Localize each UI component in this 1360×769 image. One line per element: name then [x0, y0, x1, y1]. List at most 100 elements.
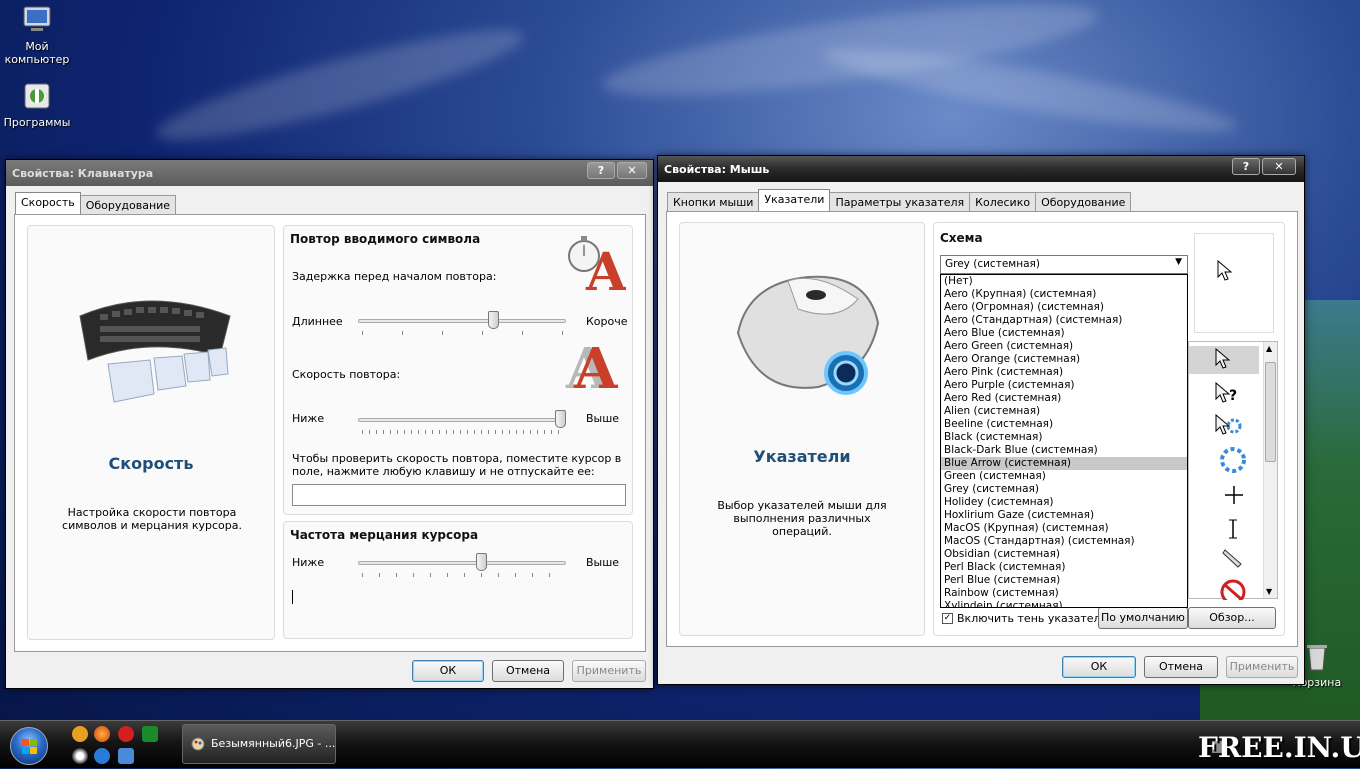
tab-wheel[interactable]: Колесико	[969, 192, 1037, 211]
show-desktop-icon[interactable]	[118, 748, 134, 764]
scheme-selected-value: Grey (системная)	[945, 258, 1040, 270]
scheme-option[interactable]: Beeline (системная)	[941, 418, 1187, 431]
busy-cursor-icon	[1219, 446, 1259, 474]
desktop-icon-label: Мой компьютер	[4, 40, 70, 66]
precision-select-cursor-icon	[1223, 484, 1263, 512]
repeat-test-field[interactable]	[292, 484, 626, 506]
arrow-cursor-icon	[1217, 259, 1233, 285]
blink-slider-thumb[interactable]	[476, 553, 488, 571]
taskbar: Безымянный6.JPG - ... FREE.IN.UA	[0, 720, 1360, 768]
scheme-option[interactable]: Blue Arrow (системная)	[941, 457, 1187, 470]
apply-button[interactable]: Применить	[572, 660, 646, 682]
scheme-option[interactable]: Perl Black (системная)	[941, 561, 1187, 574]
chevron-down-icon[interactable]: ▼	[1266, 587, 1272, 596]
scheme-option[interactable]: Aero Purple (системная)	[941, 379, 1187, 392]
tab-hardware[interactable]: Оборудование	[79, 195, 177, 214]
svg-text:A: A	[573, 340, 619, 392]
normal-select-cursor-icon	[1215, 347, 1255, 376]
use-default-button[interactable]: По умолчанию	[1098, 607, 1188, 629]
tab-panel: Указатели Выбор указателей мыши для выпо…	[666, 211, 1298, 647]
pointer-preview	[1194, 233, 1274, 333]
start-button[interactable]	[10, 727, 48, 765]
ok-button[interactable]: ОК	[412, 660, 484, 682]
tab-speed[interactable]: Скорость	[15, 192, 81, 214]
blink-group: Частота мерцания курсора Ниже Выше	[283, 521, 633, 639]
scheme-option[interactable]: Obsidian (системная)	[941, 548, 1187, 561]
cancel-button[interactable]: Отмена	[492, 660, 564, 682]
chevron-up-icon[interactable]: ▲	[1266, 344, 1272, 353]
windows-logo-icon	[22, 739, 37, 754]
window-titlebar[interactable]: Свойства: Мышь ? ✕	[658, 156, 1304, 182]
pointer-list-scrollbar[interactable]: ▲ ▼	[1263, 342, 1277, 598]
quicklaunch-app-icon[interactable]	[72, 726, 88, 742]
scheme-option[interactable]: Aero Pink (системная)	[941, 366, 1187, 379]
taskbar-item[interactable]: Безымянный6.JPG - ...	[182, 724, 336, 764]
unavailable-cursor-icon	[1219, 578, 1259, 606]
scheme-option[interactable]: Green (системная)	[941, 470, 1187, 483]
scheme-option[interactable]: Aero Orange (системная)	[941, 353, 1187, 366]
tab-pointers[interactable]: Указатели	[758, 189, 831, 211]
scheme-option[interactable]: Holidey (системная)	[941, 496, 1187, 509]
scheme-option[interactable]: Alien (системная)	[941, 405, 1187, 418]
utorrent-icon[interactable]	[142, 726, 158, 742]
media-icon[interactable]	[72, 748, 88, 764]
scheme-dropdown-list[interactable]: (Нет) Aero (Крупная) (системная) Aero (Огр…	[940, 274, 1188, 608]
desktop-icon-my-computer[interactable]: Мой компьютер	[2, 4, 72, 66]
help-button[interactable]: ?	[587, 162, 615, 179]
window-titlebar[interactable]: Свойства: Клавиатура ? ✕	[6, 160, 653, 186]
desktop-icon-programs[interactable]: Программы	[2, 80, 72, 129]
letter-a-icon: AA	[564, 336, 626, 402]
scheme-option[interactable]: Aero Green (системная)	[941, 340, 1187, 353]
handwriting-cursor-icon	[1221, 546, 1261, 574]
ok-button[interactable]: ОК	[1062, 656, 1136, 678]
shadow-checkbox[interactable]: ✓	[942, 613, 953, 624]
scheme-option[interactable]: Aero Blue (системная)	[941, 327, 1187, 340]
scheme-option[interactable]: Perl Blue (системная)	[941, 574, 1187, 587]
scheme-option[interactable]: Aero Red (системная)	[941, 392, 1187, 405]
tab-mouse-buttons[interactable]: Кнопки мыши	[667, 192, 760, 211]
scheme-label: Схема	[940, 231, 983, 245]
close-button[interactable]: ✕	[617, 162, 647, 179]
scrollbar-thumb[interactable]	[1265, 362, 1276, 462]
tab-hardware[interactable]: Оборудование	[1035, 192, 1132, 211]
scheme-option[interactable]: Hoxlirium Gaze (системная)	[941, 509, 1187, 522]
help-button[interactable]: ?	[1232, 158, 1260, 175]
working-background-cursor-icon	[1215, 413, 1255, 442]
stopwatch-letter-icon: A	[564, 232, 627, 303]
taskbar-item-label: Безымянный6.JPG - ...	[211, 737, 336, 750]
test-instructions: Чтобы проверить скорость повтора, помест…	[292, 452, 622, 478]
browse-button[interactable]: Обзор...	[1188, 607, 1276, 629]
chevron-down-icon: ▼	[1175, 257, 1182, 267]
scheme-option[interactable]: Aero (Огромная) (системная)	[941, 301, 1187, 314]
delay-slider-track[interactable]	[358, 319, 566, 323]
scheme-option[interactable]: (Нет)	[941, 275, 1187, 288]
opera-icon[interactable]	[118, 726, 134, 742]
scheme-option[interactable]: Black-Dark Blue (системная)	[941, 444, 1187, 457]
scheme-option[interactable]: Xylindein (системная)	[941, 600, 1187, 607]
window-title: Свойства: Мышь	[664, 163, 770, 176]
scheme-select[interactable]: Grey (системная) ▼	[940, 255, 1188, 274]
pointer-list[interactable]: ? ▲ ▼	[1188, 341, 1278, 605]
scheme-option[interactable]: Aero (Крупная) (системная)	[941, 288, 1187, 301]
cancel-button[interactable]: Отмена	[1144, 656, 1218, 678]
internet-explorer-icon[interactable]	[94, 748, 110, 764]
apply-button[interactable]: Применить	[1226, 656, 1298, 678]
tab-pointer-options[interactable]: Параметры указателя	[829, 192, 971, 211]
my-computer-icon	[21, 4, 53, 36]
close-button[interactable]: ✕	[1262, 158, 1296, 175]
scheme-option[interactable]: MacOS (Стандартная) (системная)	[941, 535, 1187, 548]
rate-slider-thumb[interactable]	[555, 410, 566, 428]
scheme-option[interactable]: Aero (Стандартная) (системная)	[941, 314, 1187, 327]
delay-slider-thumb[interactable]	[488, 311, 500, 329]
blink-heading: Частота мерцания курсора	[290, 528, 479, 542]
speed-title: Скорость	[108, 454, 194, 473]
scheme-option[interactable]: Grey (системная)	[941, 483, 1187, 496]
svg-text:?: ?	[1229, 388, 1237, 404]
rate-slider-track[interactable]	[358, 418, 566, 422]
firefox-icon[interactable]	[94, 726, 110, 742]
scheme-option[interactable]: Black (системная)	[941, 431, 1187, 444]
blink-slider-track[interactable]	[358, 561, 566, 565]
mouse-illustration-icon	[718, 263, 888, 416]
scheme-option[interactable]: MacOS (Крупная) (системная)	[941, 522, 1187, 535]
scheme-option[interactable]: Rainbow (системная)	[941, 587, 1187, 600]
